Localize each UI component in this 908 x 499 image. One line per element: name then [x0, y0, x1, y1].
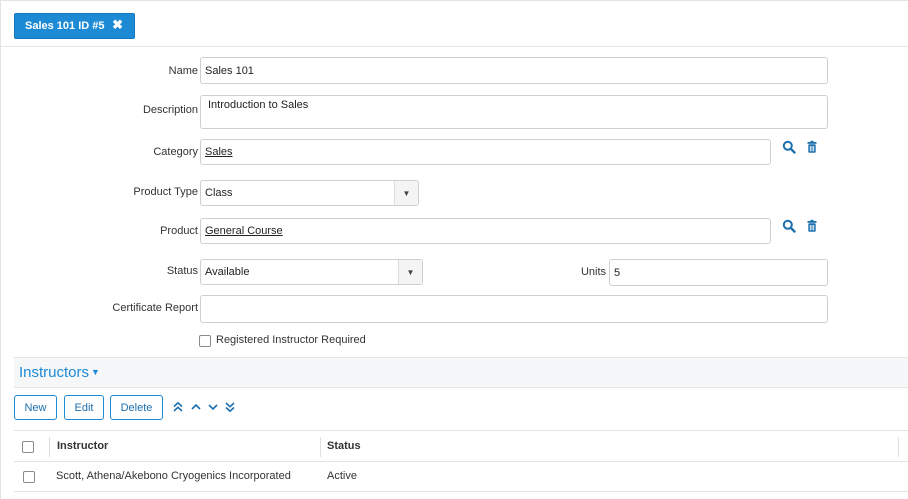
- product-field[interactable]: General Course: [200, 218, 771, 244]
- instructor-cell: Scott, Athena/Akebono Cryogenics Incorpo…: [56, 470, 291, 482]
- chevron-down-icon[interactable]: ▼: [394, 181, 418, 205]
- form-window: Sales 101 ID #5 ✖ Name Sales 101 Descrip…: [0, 0, 908, 499]
- product-type-select[interactable]: Class ▼: [200, 180, 419, 206]
- caret-down-icon: ▼: [91, 367, 100, 377]
- instructors-title: Instructors: [19, 364, 90, 381]
- category-label: Category: [153, 146, 198, 158]
- select-all-checkbox[interactable]: [22, 441, 34, 453]
- units-value: 5: [614, 266, 621, 279]
- new-button[interactable]: New: [14, 395, 57, 420]
- delete-button[interactable]: Delete: [110, 395, 163, 420]
- move-to-bottom-icon[interactable]: [224, 401, 236, 413]
- name-value: Sales 101: [205, 64, 254, 77]
- instructors-grid-header: Instructor Status: [14, 430, 908, 462]
- name-label: Name: [168, 65, 198, 77]
- product-type-value: Class: [205, 187, 233, 199]
- instructors-section-toggle[interactable]: Instructors ▼: [19, 364, 100, 381]
- description-label: Description: [142, 104, 198, 116]
- certificate-report-field[interactable]: [200, 295, 828, 323]
- product-label: Product: [160, 225, 198, 237]
- certificate-report-label: Certificate Report: [112, 302, 198, 314]
- category-search-icon[interactable]: [782, 140, 796, 154]
- move-to-top-icon[interactable]: [172, 401, 184, 413]
- move-up-icon[interactable]: [190, 401, 202, 413]
- edit-button[interactable]: Edit: [64, 395, 104, 420]
- move-down-icon[interactable]: [207, 401, 219, 413]
- registered-instructor-checkbox[interactable]: [199, 335, 211, 347]
- tab-strip: Sales 101 ID #5 ✖: [1, 1, 908, 47]
- column-header-instructor[interactable]: Instructor: [57, 440, 108, 452]
- product-trash-icon[interactable]: [805, 219, 819, 233]
- table-row[interactable]: Scott, Athena/Akebono Cryogenics Incorpo…: [14, 462, 908, 492]
- record-tab[interactable]: Sales 101 ID #5 ✖: [14, 13, 135, 39]
- category-trash-icon[interactable]: [805, 140, 819, 154]
- units-label: Units: [580, 266, 606, 278]
- product-value[interactable]: General Course: [205, 225, 283, 237]
- column-divider: [320, 437, 321, 457]
- name-field[interactable]: Sales 101: [200, 57, 828, 84]
- category-field[interactable]: Sales: [200, 139, 771, 165]
- column-header-status[interactable]: Status: [327, 440, 361, 452]
- record-tab-label: Sales 101 ID #5: [25, 20, 105, 32]
- description-value: Introduction to Sales: [208, 99, 309, 111]
- description-field[interactable]: Introduction to Sales: [200, 95, 828, 129]
- units-field[interactable]: 5: [609, 259, 828, 286]
- instructors-section-header: Instructors ▼: [14, 357, 908, 388]
- category-value[interactable]: Sales: [205, 146, 233, 158]
- column-divider: [49, 437, 50, 457]
- status-cell: Active: [327, 470, 357, 482]
- column-divider: [898, 437, 899, 457]
- row-checkbox[interactable]: [23, 471, 35, 483]
- product-type-label: Product Type: [133, 186, 198, 198]
- product-search-icon[interactable]: [782, 219, 796, 233]
- close-icon[interactable]: ✖: [112, 17, 123, 33]
- registered-instructor-label: Registered Instructor Required: [216, 334, 366, 346]
